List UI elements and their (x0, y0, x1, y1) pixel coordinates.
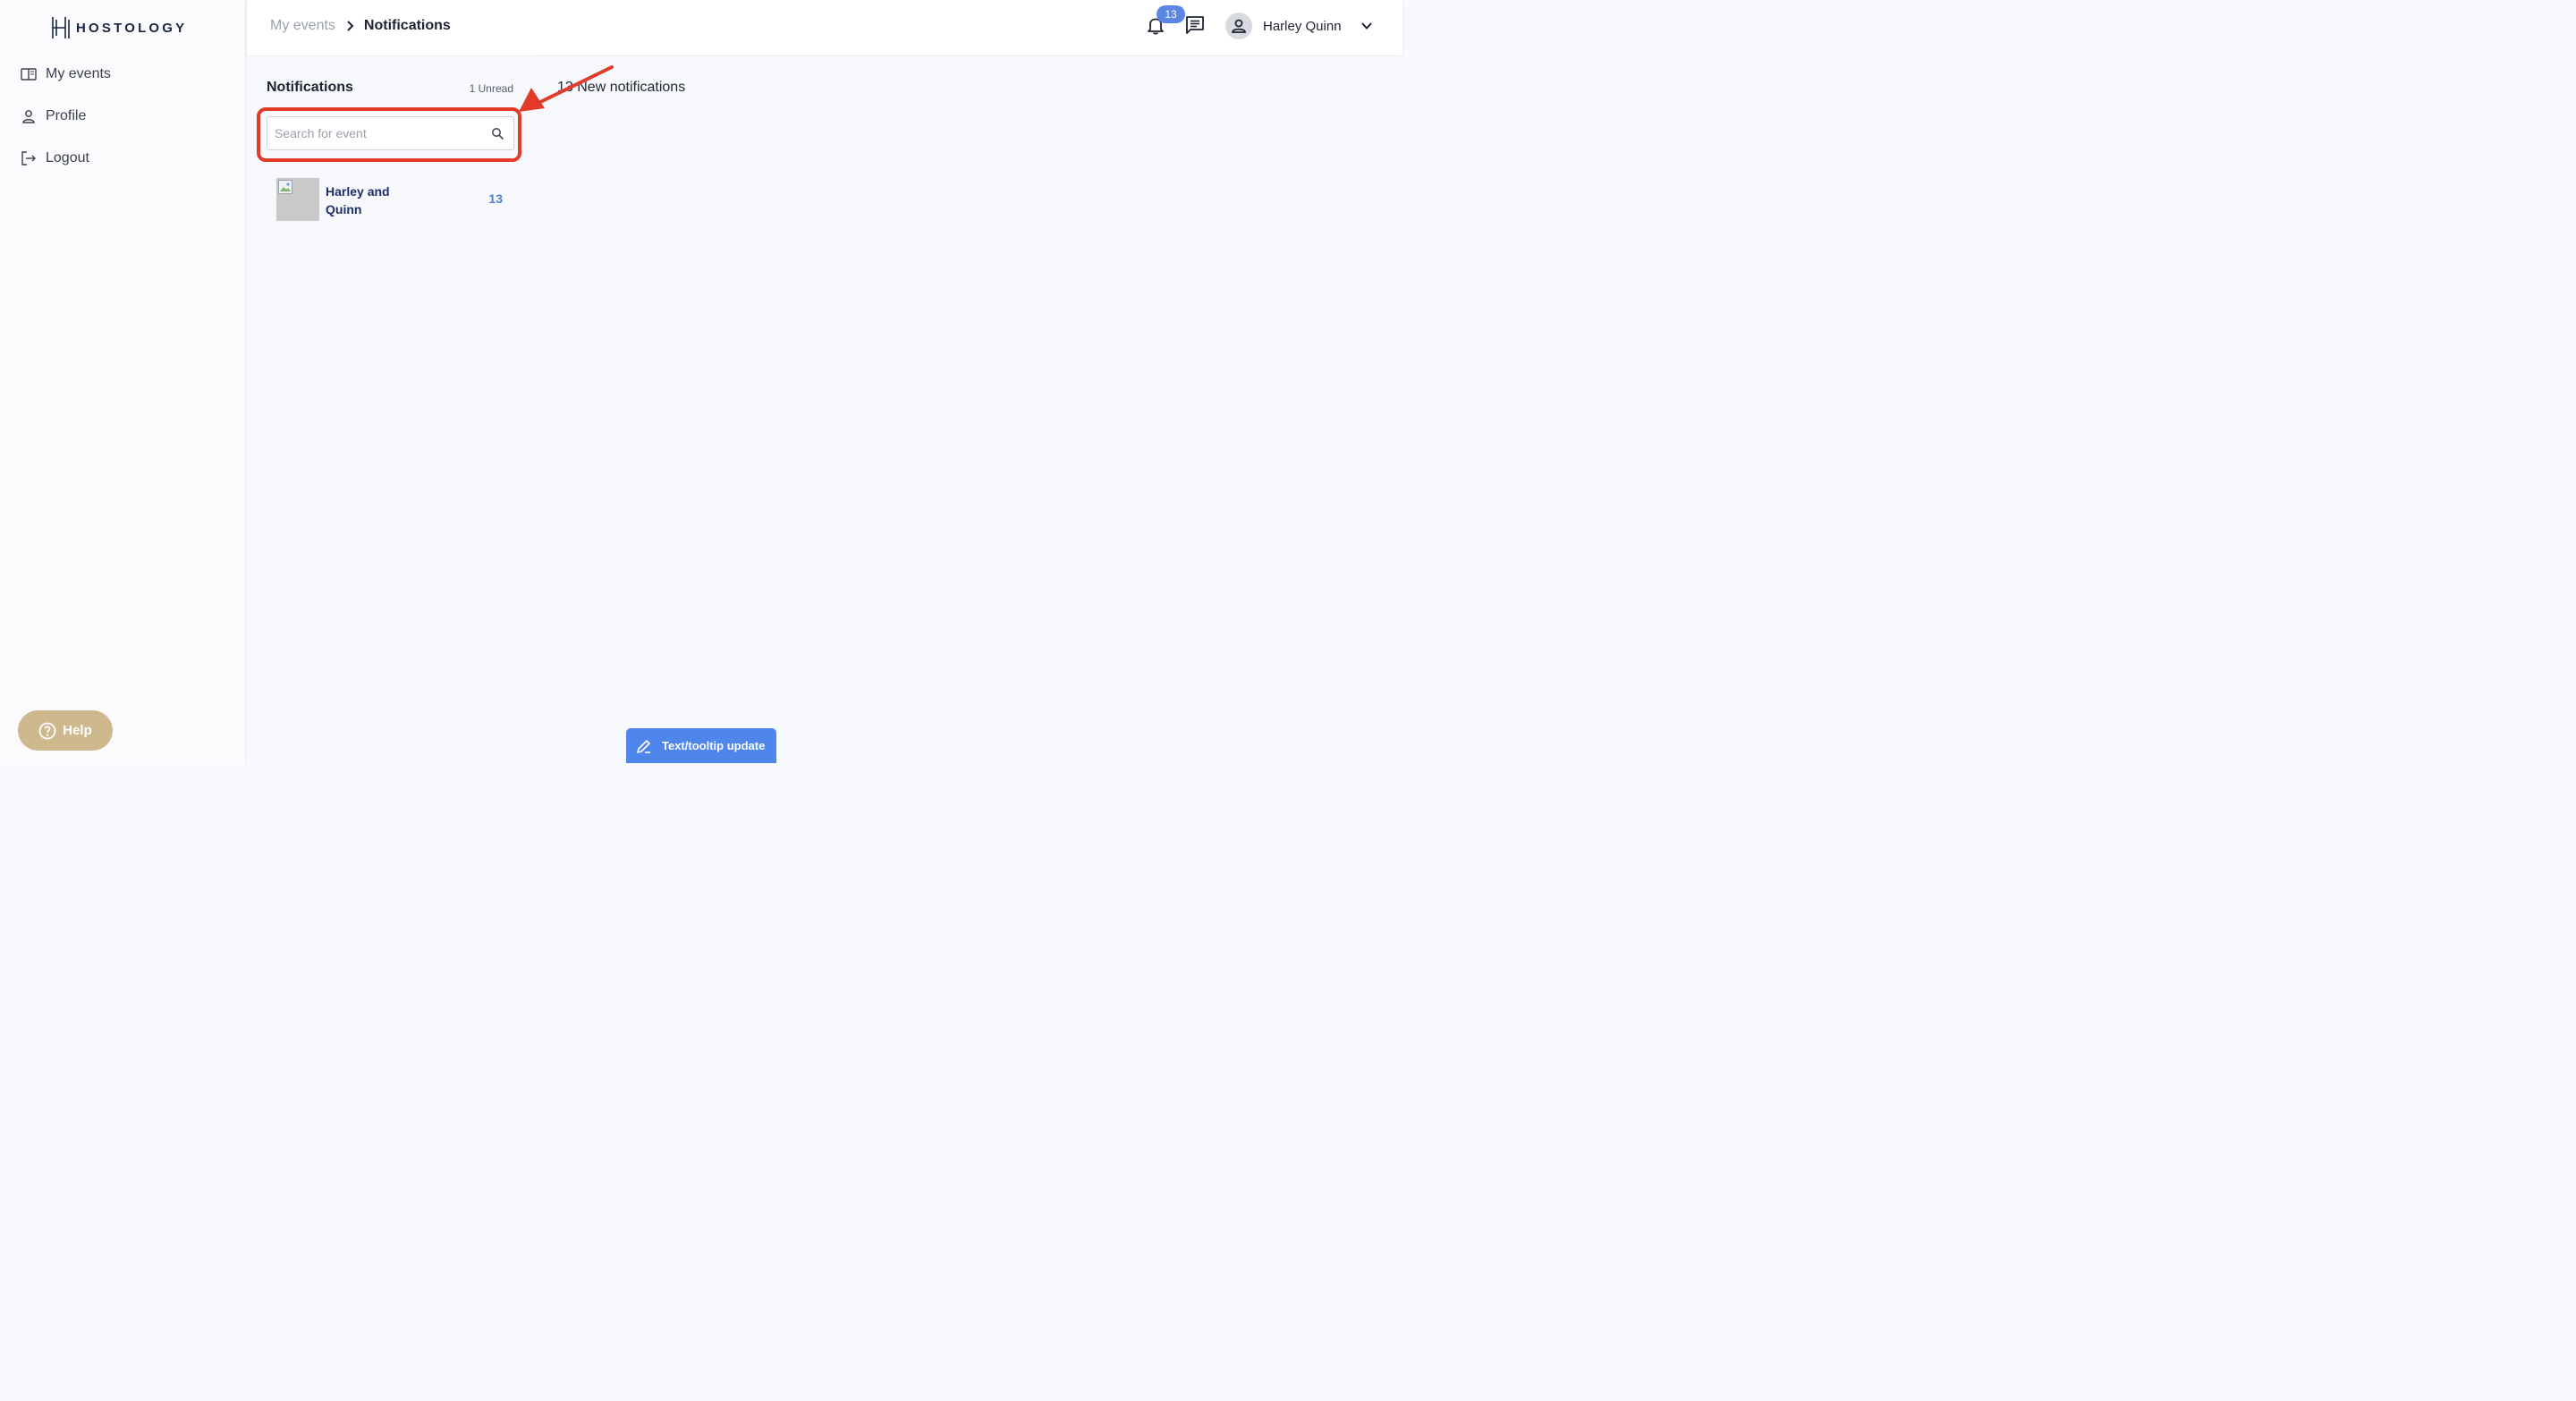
person-icon (22, 110, 35, 123)
notifications-badge: 13 (1157, 5, 1185, 23)
help-label: Help (63, 723, 92, 738)
annotation-arrow-icon (519, 65, 614, 112)
event-thumbnail (276, 178, 319, 221)
event-notification-count: 13 (488, 191, 503, 206)
broken-image-icon (278, 180, 292, 194)
breadcrumb: My events Notifications (270, 18, 451, 34)
book-icon (21, 68, 37, 81)
chevron-right-icon (347, 21, 354, 31)
sidebar-nav: My events Profile Logout (21, 63, 111, 189)
sidebar-item-my-events[interactable]: My events (21, 63, 111, 86)
help-button[interactable]: Help (18, 710, 113, 751)
notifications-list-panel: Notifications 1 Unread Harley and Quinn … (247, 56, 535, 763)
text-tooltip-update-label: Text/tooltip update (662, 739, 766, 752)
notifications-title: Notifications (267, 80, 353, 95)
sidebar-item-label: Logout (46, 150, 89, 166)
pencil-icon (637, 739, 650, 753)
sidebar-item-profile[interactable]: Profile (21, 105, 111, 128)
notification-detail-area: 13 New notifications (535, 56, 1402, 763)
annotation-highlight-box (257, 107, 521, 162)
text-tooltip-update-button[interactable]: Text/tooltip update (626, 728, 776, 763)
sidebar-item-label: My events (46, 66, 111, 81)
brand-logo[interactable]: HOSTOLOGY (51, 16, 187, 39)
user-name[interactable]: Harley Quinn (1263, 19, 1342, 34)
event-list-item[interactable]: Harley and Quinn 13 (276, 178, 504, 223)
question-icon (38, 722, 56, 739)
avatar[interactable] (1225, 13, 1252, 39)
brand-name: HOSTOLOGY (76, 20, 188, 36)
chat-icon[interactable] (1185, 15, 1205, 35)
event-name: Harley and Quinn (326, 184, 390, 217)
chevron-down-icon[interactable] (1360, 19, 1374, 33)
top-bar: My events Notifications 13 Harley Quinn (247, 0, 1402, 55)
logo-mark-icon (52, 17, 70, 38)
notifications-bell-button[interactable]: 13 (1146, 5, 1185, 38)
page-title: Notifications (363, 18, 451, 33)
user-icon (1232, 19, 1246, 33)
unread-count: 1 Unread (469, 82, 513, 95)
sidebar: HOSTOLOGY My events Profile Logout Help (0, 0, 246, 763)
sidebar-item-logout[interactable]: Logout (21, 147, 111, 170)
sidebar-item-label: Profile (46, 108, 87, 123)
logout-icon (21, 151, 36, 166)
breadcrumb-my-events[interactable]: My events (270, 18, 335, 34)
